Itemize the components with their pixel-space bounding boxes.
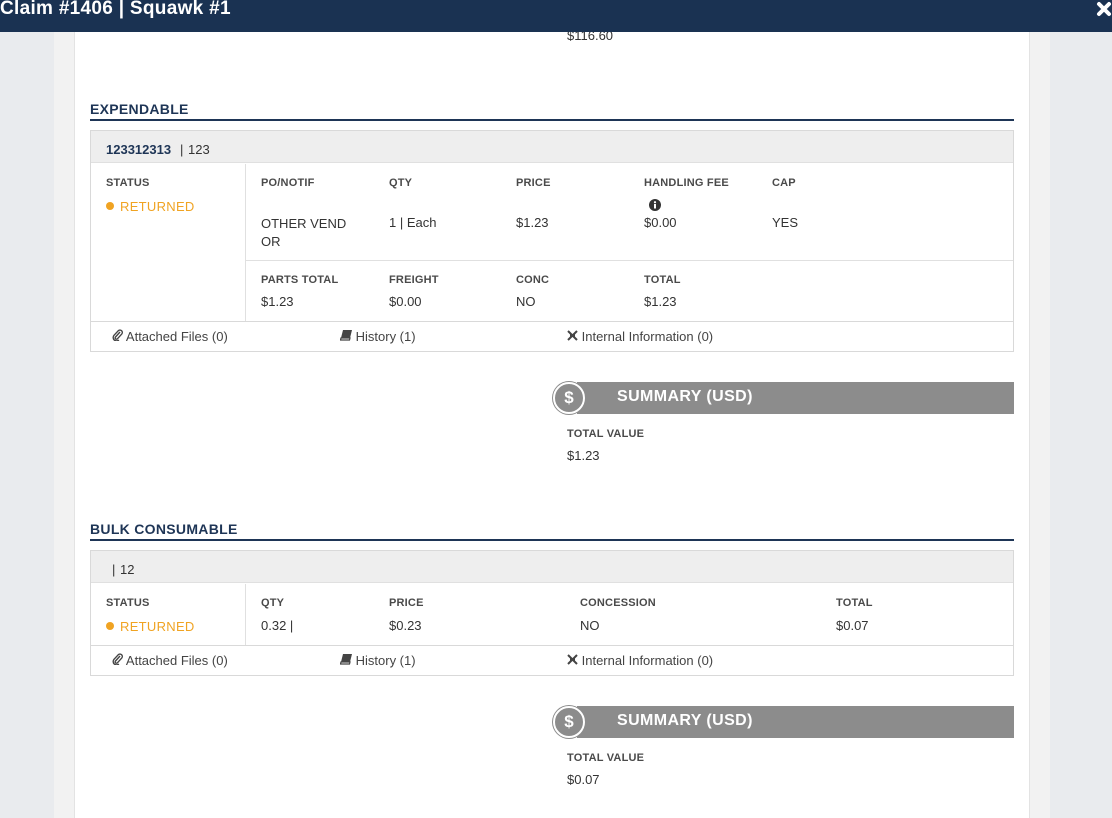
summary-bar: SUMMARY (USD) bbox=[577, 706, 1014, 738]
history-link[interactable]: History (1) bbox=[339, 329, 416, 344]
handling-fee-label: HANDLING FEE bbox=[644, 177, 729, 189]
status-dot bbox=[106, 622, 114, 630]
status-badge: RETURNED bbox=[106, 198, 195, 216]
status-value: RETURNED bbox=[120, 619, 195, 634]
paperclip-icon bbox=[112, 653, 123, 668]
book-icon bbox=[339, 329, 352, 344]
status-dot bbox=[106, 202, 114, 210]
attached-files-link[interactable]: Attached Files (0) bbox=[112, 329, 228, 344]
handling-fee-value: $0.00 bbox=[644, 215, 677, 230]
po-notif-label: PO/NOTIF bbox=[261, 177, 315, 189]
dollar-icon: $ bbox=[553, 382, 585, 414]
cap-label: CAP bbox=[772, 177, 796, 189]
summary-bar: SUMMARY (USD) bbox=[577, 382, 1014, 414]
po-notif-value: OTHER VENDOR bbox=[261, 216, 347, 249]
status-label: STATUS bbox=[106, 597, 150, 609]
qty-value: 1 | Each bbox=[389, 215, 437, 230]
info-icon[interactable] bbox=[649, 198, 661, 211]
price-label: PRICE bbox=[389, 597, 424, 609]
part-number[interactable]: 123312313 bbox=[106, 142, 171, 157]
status-label: STATUS bbox=[106, 177, 150, 189]
summary-total-label: TOTAL VALUE bbox=[567, 428, 645, 440]
attached-files-label: Attached Files (0) bbox=[125, 329, 228, 344]
close-icon[interactable] bbox=[1096, 0, 1112, 20]
history-label: History (1) bbox=[355, 329, 416, 344]
book-icon bbox=[339, 653, 352, 668]
total-value: $1.23 bbox=[644, 294, 677, 309]
status-badge: RETURNED bbox=[106, 618, 195, 636]
status-value: RETURNED bbox=[120, 199, 195, 214]
internal-info-label: Internal Information (0) bbox=[581, 329, 714, 344]
summary-title: SUMMARY (USD) bbox=[617, 712, 753, 729]
expendable-card: 123312313 | 123 STATUS RETURNED PO/NOTIF… bbox=[90, 130, 1014, 352]
attached-files-label: Attached Files (0) bbox=[125, 653, 228, 668]
bulk-consumable-card: | 12 STATUS RETURNED QTY 0.32 | PRICE $0… bbox=[90, 550, 1014, 676]
summary-total-value: $1.23 bbox=[567, 448, 600, 463]
status-column: STATUS RETURNED bbox=[91, 164, 246, 322]
qty-label: QTY bbox=[261, 597, 285, 609]
card-footer: Attached Files (0) History (1) Internal … bbox=[91, 645, 1013, 675]
card-footer: Attached Files (0) History (1) Internal … bbox=[91, 321, 1013, 351]
price-value: $1.23 bbox=[516, 215, 549, 230]
plane-icon bbox=[567, 329, 578, 344]
concession-label: CONCESSION bbox=[580, 597, 656, 609]
price-label: PRICE bbox=[516, 177, 551, 189]
serial-number: 12 bbox=[120, 562, 135, 577]
header-separator: | bbox=[180, 142, 184, 157]
qty-value: 0.32 | bbox=[261, 618, 294, 633]
row-divider bbox=[246, 260, 1013, 261]
card-header: 123312313 | 123 bbox=[91, 131, 1013, 163]
total-label: TOTAL bbox=[836, 597, 873, 609]
total-value: $0.07 bbox=[836, 618, 869, 633]
section-title-bulk-consumable: BULK CONSUMABLE bbox=[90, 521, 1014, 541]
internal-info-link[interactable]: Internal Information (0) bbox=[567, 329, 713, 344]
header-separator: | bbox=[112, 562, 116, 577]
card-header: | 12 bbox=[91, 551, 1013, 583]
plane-icon bbox=[567, 653, 578, 668]
freight-label: FREIGHT bbox=[389, 274, 439, 286]
dollar-icon: $ bbox=[553, 706, 585, 738]
conc-value: NO bbox=[516, 294, 536, 309]
section-title-expendable: EXPENDABLE bbox=[90, 101, 1014, 121]
history-label: History (1) bbox=[355, 653, 416, 668]
summary-total-value: $0.07 bbox=[567, 772, 600, 787]
price-value: $0.23 bbox=[389, 618, 422, 633]
concession-value: NO bbox=[580, 618, 600, 633]
paperclip-icon bbox=[112, 329, 123, 344]
history-link[interactable]: History (1) bbox=[339, 653, 416, 668]
freight-value: $0.00 bbox=[389, 294, 422, 309]
parts-total-value: $1.23 bbox=[261, 294, 294, 309]
conc-label: CONC bbox=[516, 274, 550, 286]
summary-total-label: TOTAL VALUE bbox=[567, 752, 645, 764]
internal-info-link[interactable]: Internal Information (0) bbox=[567, 653, 713, 668]
total-label: TOTAL bbox=[644, 274, 681, 286]
serial-number: 123 bbox=[188, 142, 210, 157]
modal-title: Claim #1406 | Squawk #1 bbox=[0, 0, 231, 19]
qty-label: QTY bbox=[389, 177, 413, 189]
modal-header: Claim #1406 | Squawk #1 bbox=[0, 0, 1112, 32]
status-column: STATUS RETURNED bbox=[91, 584, 246, 646]
summary-title: SUMMARY (USD) bbox=[617, 388, 753, 405]
internal-info-label: Internal Information (0) bbox=[581, 653, 714, 668]
attached-files-link[interactable]: Attached Files (0) bbox=[112, 653, 228, 668]
parts-total-label: PARTS TOTAL bbox=[261, 274, 339, 286]
cap-value: YES bbox=[772, 215, 799, 230]
